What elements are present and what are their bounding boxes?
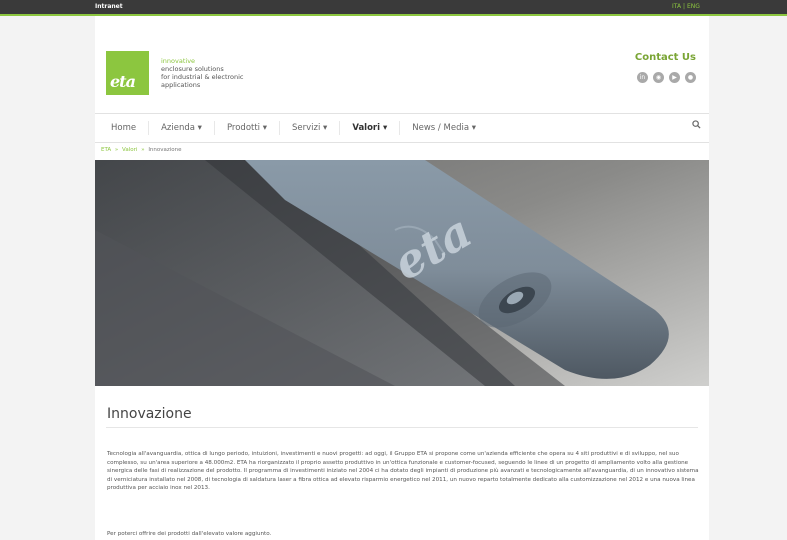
intranet-link[interactable]: Intranet <box>95 3 123 10</box>
tagline-line-1: innovative <box>161 57 196 65</box>
search-icon[interactable] <box>692 120 701 132</box>
site-header: eta innovative enclosure solutions for i… <box>95 16 709 112</box>
logo-wordmark: eta <box>110 72 136 91</box>
top-bar: Intranet ITA | ENG <box>0 0 787 16</box>
breadcrumb-valori[interactable]: Valori <box>122 147 137 153</box>
nav-servizi[interactable]: Servizi ▾ <box>280 121 341 135</box>
tagline-line-3: for industrial & electronic <box>161 73 244 81</box>
tagline-line-4: applications <box>161 81 201 89</box>
rss-icon[interactable]: ◉ <box>653 72 664 83</box>
lang-en-link[interactable]: ENG <box>687 3 700 10</box>
breadcrumb-separator: » <box>141 147 145 153</box>
body-paragraph-2: Per poterci offrire dei prodotti dall'el… <box>107 531 272 537</box>
nav-news-media[interactable]: News / Media ▾ <box>400 121 488 135</box>
hero-image: eta <box>95 160 709 386</box>
tagline-line-2: enclosure solutions <box>161 65 224 73</box>
main-nav: Home Azienda ▾ Prodotti ▾ Servizi ▾ Valo… <box>95 113 709 143</box>
eta-logo[interactable]: eta <box>106 51 149 95</box>
breadcrumb-current: Innovazione <box>148 147 182 153</box>
lang-it-link[interactable]: ITA <box>672 3 681 10</box>
lang-separator: | <box>683 3 686 10</box>
tagline: innovative enclosure solutions for indus… <box>161 57 244 89</box>
instagram-icon[interactable]: ● <box>685 72 696 83</box>
breadcrumb-separator: » <box>114 147 119 153</box>
page-title: Innovazione <box>107 406 192 422</box>
page-container: eta innovative enclosure solutions for i… <box>95 16 709 540</box>
nav-azienda[interactable]: Azienda ▾ <box>149 121 215 135</box>
breadcrumb: ETA » Valori » Innovazione <box>101 147 182 153</box>
nav-prodotti[interactable]: Prodotti ▾ <box>215 121 281 135</box>
language-switcher: ITA | ENG <box>672 3 700 10</box>
linkedin-icon[interactable]: in <box>637 72 648 83</box>
youtube-icon[interactable]: ▶ <box>669 72 680 83</box>
nav-home[interactable]: Home <box>95 121 150 135</box>
title-divider <box>106 427 698 428</box>
breadcrumb-home[interactable]: ETA <box>101 147 111 153</box>
nav-valori[interactable]: Valori ▾ <box>340 121 401 135</box>
contact-us-link[interactable]: Contact Us <box>635 52 696 63</box>
body-paragraph-1: Tecnologia all'avanguardia, ottica di lu… <box>107 451 699 492</box>
social-links: in ◉ ▶ ● <box>637 72 696 83</box>
